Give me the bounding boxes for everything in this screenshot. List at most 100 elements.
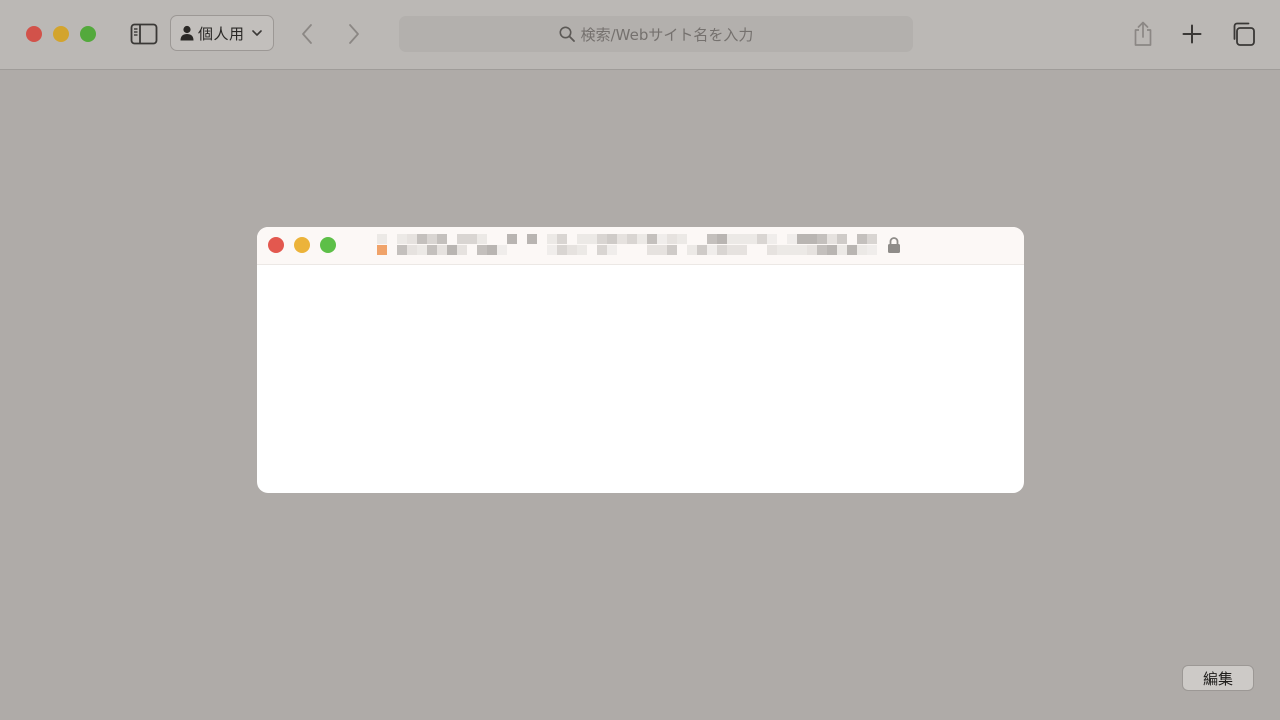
mosaic-pixel [557, 245, 567, 255]
mosaic-pixel [407, 245, 417, 255]
mosaic-pixel [547, 234, 557, 244]
mosaic-pixel [567, 245, 577, 255]
mosaic-pixel [667, 234, 677, 244]
mosaic-pixel [557, 234, 567, 244]
mosaic-pixel [607, 234, 617, 244]
person-icon [180, 25, 194, 41]
thumbnail-titlebar [257, 227, 1024, 265]
mosaic-pixel [377, 245, 387, 255]
back-button[interactable] [296, 22, 318, 46]
mosaic-pixel [777, 245, 787, 255]
plus-icon [1182, 24, 1202, 44]
mosaic-pixel [497, 245, 507, 255]
mosaic-pixel [667, 245, 677, 255]
mosaic-pixel [707, 245, 717, 255]
mosaic-pixel [817, 245, 827, 255]
share-icon [1134, 21, 1152, 46]
mosaic-pixel [547, 245, 557, 255]
mosaic-pixel [737, 245, 747, 255]
mosaic-pixel [597, 245, 607, 255]
mosaic-pixel [597, 234, 607, 244]
mosaic-pixel [807, 245, 817, 255]
mosaic-pixel [797, 234, 807, 244]
mosaic-pixel [427, 234, 437, 244]
mosaic-pixel [807, 234, 817, 244]
mosaic-pixel [857, 245, 867, 255]
close-button[interactable] [26, 26, 42, 42]
mosaic-pixel [867, 245, 877, 255]
mosaic-pixel [677, 234, 687, 244]
new-tab-button[interactable] [1180, 22, 1204, 46]
minimize-button[interactable] [53, 26, 69, 42]
mosaic-pixel [697, 245, 707, 255]
mosaic-pixel [837, 234, 847, 244]
mosaic-pixel [427, 245, 437, 255]
mosaic-pixel [647, 234, 657, 244]
mosaic-pixel [737, 234, 747, 244]
mosaic-pixel [407, 234, 417, 244]
mosaic-pixel [837, 245, 847, 255]
chevron-left-icon [302, 24, 312, 44]
share-button[interactable] [1130, 20, 1156, 48]
mosaic-pixel [457, 245, 467, 255]
mosaic-pixel [787, 245, 797, 255]
sidebar-toggle-button[interactable] [129, 22, 159, 46]
chevron-down-icon [251, 29, 262, 36]
search-icon [559, 26, 575, 42]
mosaic-pixel [437, 234, 447, 244]
mosaic-pixel [577, 234, 587, 244]
mosaic-pixel [717, 234, 727, 244]
mosaic-pixel [727, 234, 737, 244]
mosaic-pixel [587, 234, 597, 244]
mosaic-pixel [467, 234, 477, 244]
tab-thumbnail[interactable] [257, 227, 1024, 493]
mosaic-pixel [827, 245, 837, 255]
mosaic-pixel [627, 234, 637, 244]
mosaic-pixel [767, 234, 777, 244]
mosaic-pixel [857, 234, 867, 244]
toolbar: 個人用 検索/Webサイト名を入力 [0, 0, 1280, 70]
mosaic-pixel [507, 234, 517, 244]
mosaic-pixel [657, 234, 667, 244]
mosaic-pixel [397, 234, 407, 244]
mosaic-pixel [847, 245, 857, 255]
mosaic-pixel [797, 245, 807, 255]
mosaic-pixel [617, 234, 627, 244]
mosaic-pixel [657, 245, 667, 255]
mosaic-pixel [707, 234, 717, 244]
mosaic-pixel [607, 245, 617, 255]
mosaic-pixel [447, 245, 457, 255]
mosaic-pixel [717, 245, 727, 255]
pixelated-title [377, 233, 882, 256]
mosaic-pixel [647, 245, 657, 255]
edit-button[interactable]: 編集 [1182, 665, 1254, 691]
zoom-button[interactable] [80, 26, 96, 42]
tab-overview-button[interactable] [1229, 20, 1257, 48]
mosaic-pixel [827, 234, 837, 244]
mosaic-pixel [477, 234, 487, 244]
mosaic-pixel [817, 234, 827, 244]
profile-label: 個人用 [198, 24, 245, 43]
mosaic-pixel [377, 234, 387, 244]
thumbnail-zoom-dot [320, 237, 336, 253]
mosaic-pixel [687, 245, 697, 255]
mosaic-pixel [457, 234, 467, 244]
mosaic-pixel [787, 234, 797, 244]
mosaic-pixel [637, 234, 647, 244]
profile-button[interactable]: 個人用 [170, 15, 274, 51]
thumbnail-minimize-dot [294, 237, 310, 253]
mosaic-pixel [867, 234, 877, 244]
mosaic-pixel [727, 245, 737, 255]
chevron-right-icon [349, 24, 359, 44]
lock-icon [888, 237, 900, 253]
mosaic-pixel [477, 245, 487, 255]
forward-button[interactable] [343, 22, 365, 46]
mosaic-pixel [487, 245, 497, 255]
tab-overview-icon [1233, 22, 1255, 46]
mosaic-pixel [757, 234, 767, 244]
address-bar[interactable]: 検索/Webサイト名を入力 [399, 16, 913, 52]
mosaic-pixel [417, 234, 427, 244]
mosaic-pixel [577, 245, 587, 255]
mosaic-pixel [767, 245, 777, 255]
sidebar-icon [130, 23, 158, 45]
